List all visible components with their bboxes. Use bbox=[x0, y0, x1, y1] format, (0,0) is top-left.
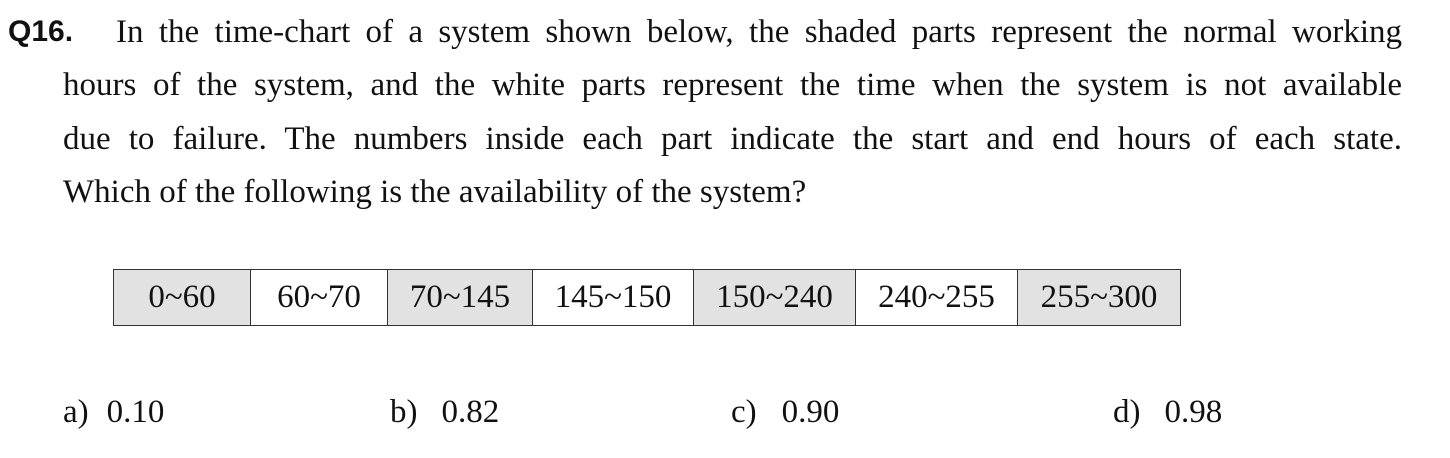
option-a[interactable]: a) 0.10 bbox=[63, 392, 164, 432]
question-text-line-1: In the time-chart of a system shown belo… bbox=[116, 14, 1402, 50]
question-text-line-4: Which of the following is the availabili… bbox=[63, 174, 807, 210]
option-a-label: a) bbox=[63, 394, 89, 430]
option-b[interactable]: b) 0.82 bbox=[390, 392, 499, 432]
question-text-line-2: hours of the system, and the white parts… bbox=[63, 67, 1402, 103]
question-text-line-3: due to failure. The numbers inside each … bbox=[63, 121, 1402, 157]
option-c[interactable]: c) 0.90 bbox=[731, 392, 839, 432]
segment-working: 0~60 bbox=[114, 270, 251, 325]
time-chart: 0~60 60~70 70~145 145~150 150~240 240~25… bbox=[113, 269, 1181, 326]
segment-working: 150~240 bbox=[694, 270, 856, 325]
question-number: Q16. bbox=[8, 15, 74, 48]
option-b-label: b) bbox=[390, 394, 418, 430]
segment-failure: 240~255 bbox=[856, 270, 1018, 325]
option-d[interactable]: d) 0.98 bbox=[1113, 392, 1222, 432]
option-a-value: 0.10 bbox=[106, 394, 165, 430]
segment-working: 255~300 bbox=[1018, 270, 1180, 325]
option-c-value: 0.90 bbox=[781, 394, 840, 430]
segment-working: 70~145 bbox=[388, 270, 533, 325]
option-c-label: c) bbox=[731, 394, 757, 430]
segment-failure: 60~70 bbox=[251, 270, 388, 325]
option-d-label: d) bbox=[1113, 394, 1141, 430]
option-b-value: 0.82 bbox=[441, 394, 500, 430]
option-d-value: 0.98 bbox=[1164, 394, 1223, 430]
segment-failure: 145~150 bbox=[533, 270, 694, 325]
